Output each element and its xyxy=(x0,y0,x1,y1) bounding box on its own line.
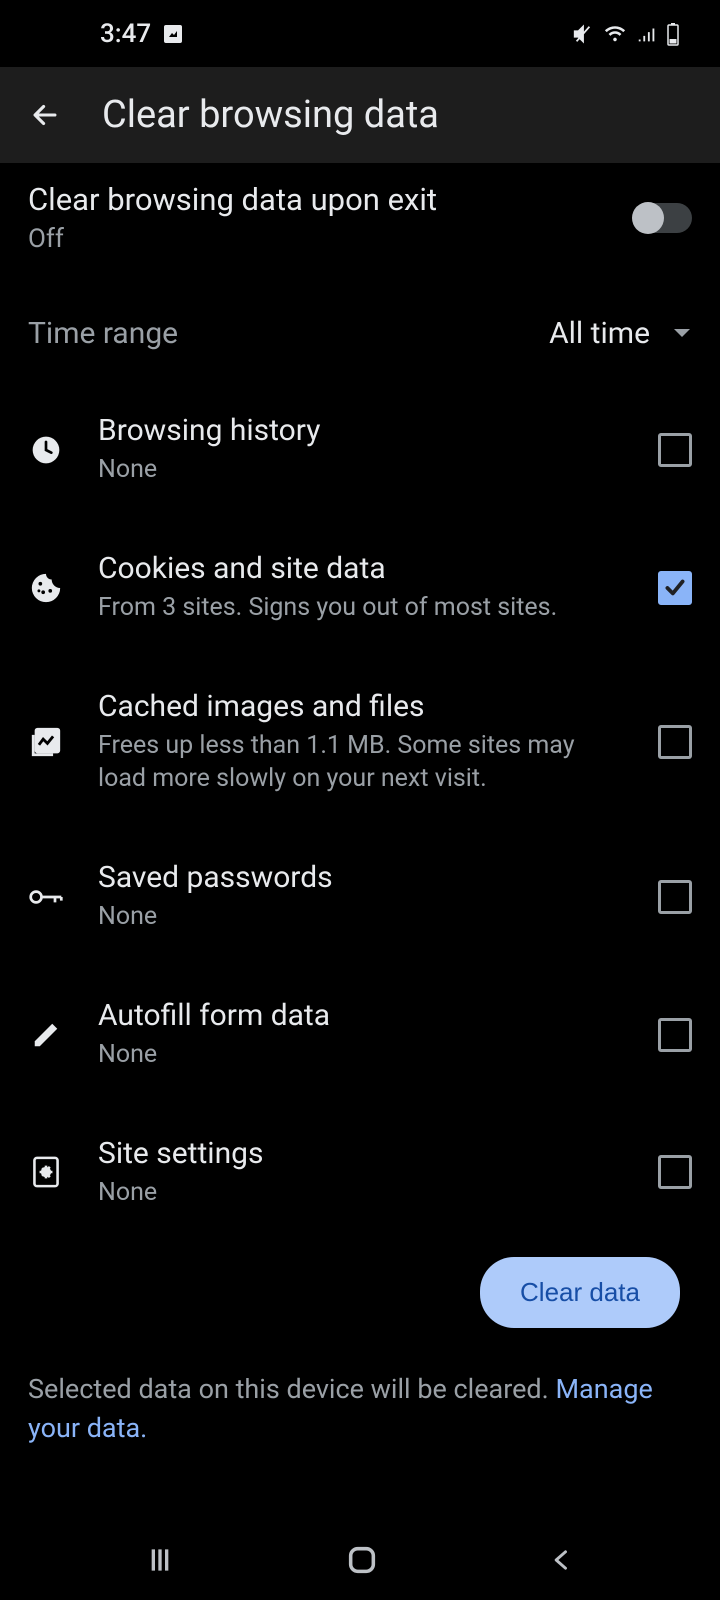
recents-button[interactable] xyxy=(144,1544,176,1576)
clock-icon xyxy=(30,434,62,466)
checkbox-autofill[interactable] xyxy=(658,1018,692,1052)
image-icon xyxy=(29,725,63,759)
clear-on-exit-row[interactable]: Clear browsing data upon exit Off xyxy=(0,163,720,282)
checkbox-saved-passwords[interactable] xyxy=(658,880,692,914)
option-title: Saved passwords xyxy=(98,860,624,895)
option-saved-passwords[interactable]: Saved passwords None xyxy=(28,828,692,966)
status-bar: 3:47 xyxy=(0,0,720,67)
option-cached-images[interactable]: Cached images and files Frees up less th… xyxy=(28,657,692,829)
back-button[interactable] xyxy=(548,1546,576,1574)
app-bar: Clear browsing data xyxy=(0,67,720,163)
footer-msg: Selected data on this device will be cle… xyxy=(28,1373,555,1405)
checkmark-icon xyxy=(662,575,688,601)
app-title: Clear browsing data xyxy=(102,93,439,137)
time-range-label: Time range xyxy=(28,316,178,351)
clear-data-button[interactable]: Clear data xyxy=(480,1257,680,1328)
checkbox-site-settings[interactable] xyxy=(658,1155,692,1189)
gear-doc-icon xyxy=(30,1154,62,1190)
option-subtitle: None xyxy=(98,1038,578,1072)
options-list: Browsing history None Cookies and site d… xyxy=(0,381,720,1241)
option-subtitle: Frees up less than 1.1 MB. Some sites ma… xyxy=(98,729,578,797)
option-subtitle: From 3 sites. Signs you out of most site… xyxy=(98,591,578,625)
footer-text: Selected data on this device will be cle… xyxy=(0,1338,720,1448)
option-title: Cached images and files xyxy=(98,689,624,724)
mute-icon xyxy=(572,23,594,45)
option-subtitle: None xyxy=(98,1176,578,1210)
time-range-value: All time xyxy=(549,316,650,351)
clear-on-exit-title: Clear browsing data upon exit xyxy=(28,181,634,218)
chevron-down-icon xyxy=(672,327,692,341)
back-arrow-icon[interactable] xyxy=(28,98,62,132)
option-site-settings[interactable]: Site settings None xyxy=(28,1104,692,1242)
system-nav-bar xyxy=(0,1520,720,1600)
pencil-icon xyxy=(31,1020,61,1050)
screenshot-indicator-icon xyxy=(161,22,185,46)
time-range-row[interactable]: Time range All time xyxy=(0,282,720,381)
status-time: 3:47 xyxy=(100,19,151,49)
home-button[interactable] xyxy=(345,1543,379,1577)
option-title: Site settings xyxy=(98,1136,624,1171)
option-subtitle: None xyxy=(98,453,578,487)
key-icon xyxy=(28,884,64,910)
wifi-icon xyxy=(602,23,628,45)
option-title: Autofill form data xyxy=(98,998,624,1033)
option-browsing-history[interactable]: Browsing history None xyxy=(28,381,692,519)
option-title: Cookies and site data xyxy=(98,551,624,586)
battery-icon xyxy=(666,22,680,46)
option-autofill[interactable]: Autofill form data None xyxy=(28,966,692,1104)
clear-on-exit-state: Off xyxy=(28,224,634,254)
signal-icon xyxy=(636,23,658,45)
checkbox-cached-images[interactable] xyxy=(658,725,692,759)
option-subtitle: None xyxy=(98,900,578,934)
checkbox-browsing-history[interactable] xyxy=(658,433,692,467)
option-title: Browsing history xyxy=(98,413,624,448)
option-cookies[interactable]: Cookies and site data From 3 sites. Sign… xyxy=(28,519,692,657)
checkbox-cookies[interactable] xyxy=(658,571,692,605)
cookie-icon xyxy=(29,571,63,605)
clear-on-exit-toggle[interactable] xyxy=(634,203,692,233)
